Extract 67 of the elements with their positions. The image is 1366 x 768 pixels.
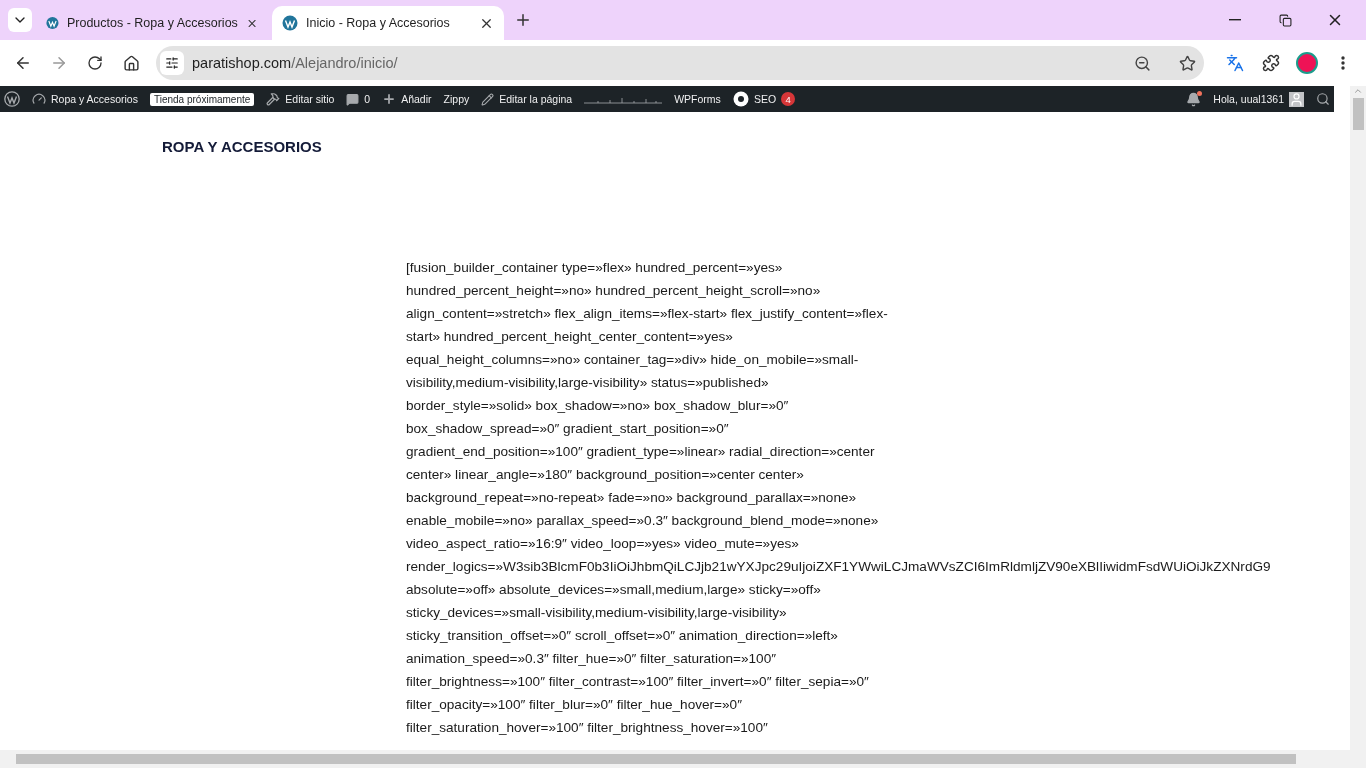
admin-bar-item[interactable]: Editar la página bbox=[499, 93, 573, 105]
admin-bar-item[interactable]: Zippy bbox=[443, 93, 470, 105]
avatar-icon bbox=[1289, 91, 1304, 107]
admin-bar-item[interactable]: WPForms bbox=[674, 93, 721, 105]
shortcode-text: filter_saturation_hover=»100″ filter_brightness_hover=»100″ bbox=[406, 719, 768, 737]
comment-icon bbox=[346, 92, 360, 106]
reload-icon bbox=[87, 55, 103, 71]
wordpress-logo-icon bbox=[46, 15, 59, 31]
browser-tab[interactable]: Productos - Ropa y Accesorios bbox=[36, 6, 268, 40]
shortcode-text: equal_height_columns=»no» container_tag=»div» hide_on_mobile=»small- bbox=[406, 351, 859, 369]
shortcode-text: enable_mobile=»no» parallax_speed=»0.3″ background_blend_mode=»none» bbox=[406, 512, 879, 530]
site-title[interactable]: ROPA Y ACCESORIOS bbox=[162, 138, 1350, 155]
shortcode-text: [fusion_builder_container type=»flex» hundred_percent=»yes» bbox=[406, 259, 783, 277]
tab-search-button[interactable] bbox=[8, 8, 32, 32]
shortcode-text: visibility,medium-visibility,large-visibility» status=»published» bbox=[406, 374, 769, 392]
shortcode-text: filter_brightness=»100″ filter_contrast=»100″ filter_invert=»0″ filter_sepia=»0″ bbox=[406, 673, 869, 691]
shortcode-text: absolute=»off» absolute_devices=»small,medium,large» sticky=»off» bbox=[406, 581, 821, 599]
home-icon bbox=[122, 54, 140, 72]
search-icon[interactable] bbox=[1316, 92, 1330, 106]
shortcode-text: animation_speed=»0.3″ filter_hue=»0″ filter_saturation=»100″ bbox=[406, 650, 777, 668]
count-badge: 4 bbox=[781, 92, 796, 106]
gauge-icon bbox=[32, 92, 46, 106]
shortcode-text: align_content=»stretch» flex_align_items=»flex-start» flex_justify_content=»flex- bbox=[406, 305, 888, 323]
shortcode-text: border_style=»solid» box_shadow=»no» box_shadow_blur=»0″ bbox=[406, 397, 789, 415]
shortcode-text: box_shadow_spread=»0″ gradient_start_position=»0″ bbox=[406, 420, 729, 438]
admin-bar-item[interactable]: Ropa y Accesorios bbox=[51, 93, 138, 105]
status-badge: Tienda próximamente bbox=[149, 92, 255, 106]
plus-icon bbox=[514, 11, 532, 29]
more-icon bbox=[1341, 56, 1345, 70]
browser-tab[interactable]: Inicio - Ropa y Accesorios bbox=[272, 6, 504, 40]
horizontal-scrollbar[interactable] bbox=[0, 750, 1366, 768]
scrollbar-thumb[interactable] bbox=[16, 754, 1296, 764]
hammer-icon bbox=[266, 92, 281, 106]
plus-icon bbox=[382, 92, 397, 106]
site-settings-button[interactable] bbox=[160, 51, 184, 75]
shortcode-text: center» linear_angle=»180″ background_position=»center center» bbox=[406, 466, 804, 484]
translate-icon bbox=[1226, 54, 1244, 72]
avatar-icon bbox=[1296, 52, 1318, 74]
wordpress-logo-icon bbox=[282, 15, 298, 31]
shortcode-text: start» hundred_percent_height_center_content=»yes» bbox=[406, 328, 733, 346]
forward-arrow-icon bbox=[50, 54, 68, 72]
admin-bar-item[interactable]: Añadir bbox=[401, 93, 432, 105]
puzzle-icon bbox=[1262, 54, 1280, 72]
scrollbar-thumb[interactable] bbox=[1352, 98, 1364, 130]
shortcode-text: sticky_devices=»small-visibility,medium-visibility,large-visibility» bbox=[406, 604, 787, 622]
minimize-icon bbox=[1229, 19, 1241, 21]
sliders-icon bbox=[165, 56, 179, 70]
shortcode-text: gradient_end_position=»100″ gradient_type=»linear» radial_direction=»center bbox=[406, 443, 875, 461]
vertical-scrollbar[interactable] bbox=[1350, 86, 1366, 750]
shortcode-text: sticky_transition_offset=»0″ scroll_offset=»0″ animation_direction=»left» bbox=[406, 627, 838, 645]
pencil-icon bbox=[481, 92, 495, 106]
bookmark-star-icon[interactable] bbox=[1179, 54, 1196, 72]
shortcode-text: filter_opacity=»100″ filter_blur=»0″ filter_hue_hover=»0″ bbox=[406, 696, 742, 714]
restore-icon bbox=[1278, 13, 1292, 27]
zoom-out-icon[interactable] bbox=[1134, 54, 1151, 72]
bell-icon[interactable] bbox=[1186, 91, 1202, 107]
shortcode-text: background_repeat=»no-repeat» fade=»no» background_parallax=»none» bbox=[406, 489, 857, 507]
admin-bar-item[interactable]: 0 bbox=[364, 93, 371, 105]
shortcode-text: hundred_percent_height=»no» hundred_percent_height_scroll=»no» bbox=[406, 282, 821, 300]
shortcode-text: video_aspect_ratio=»16:9″ video_loop=»yes» video_mute=»yes» bbox=[406, 535, 799, 553]
shortcode-text: render_logics=»W3sib3BlcmF0b3IiOiJhbmQiLCJjb21wYXJpc29uIjoiZXF1YWwiLCJmaWVsZCI6ImRldmljZV90eXBlIiwidmFsdWUiOiJkZXNrdG9 bbox=[406, 558, 1271, 576]
address-bar[interactable]: paratishop.com/Alejandro/inicio/ bbox=[156, 46, 1204, 80]
wordpress-logo-icon bbox=[4, 91, 20, 107]
admin-bar-item[interactable]: SEO bbox=[753, 93, 777, 105]
admin-bar-item[interactable]: Editar sitio bbox=[285, 93, 335, 105]
url-text: paratishop.com/Alejandro/inicio/ bbox=[192, 55, 399, 71]
greeting-text[interactable]: Hola, uual1361 bbox=[1213, 93, 1284, 105]
